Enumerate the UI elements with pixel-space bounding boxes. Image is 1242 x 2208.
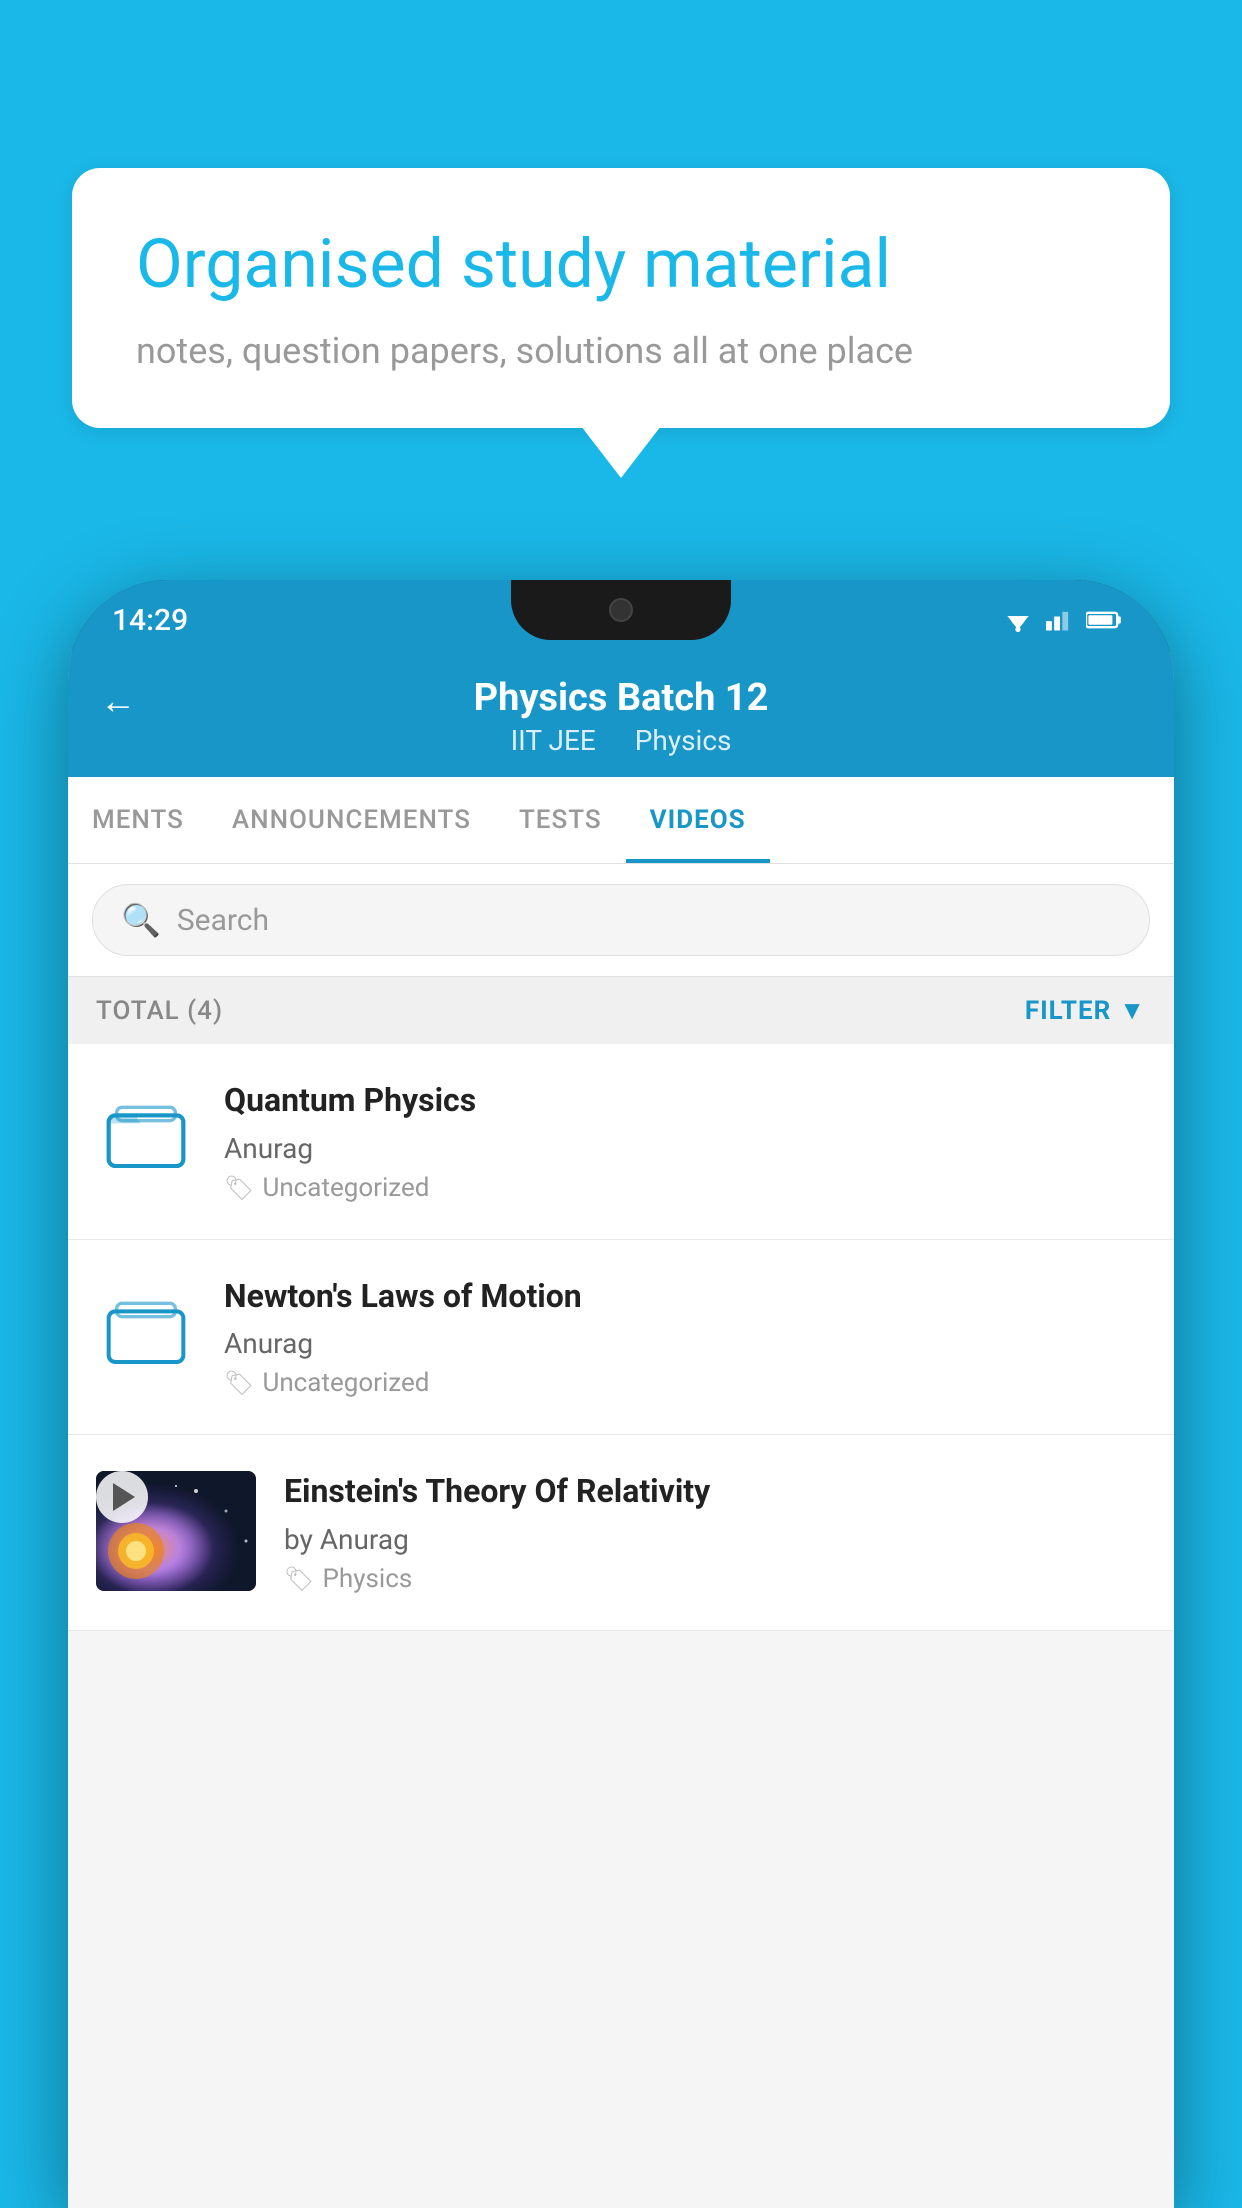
tag-icon: 🏷 <box>224 1174 254 1202</box>
speech-bubble: Organised study material notes, question… <box>72 168 1170 428</box>
search-icon: 🔍 <box>121 901 161 939</box>
phone-frame: 14:29 ← Physi <box>68 580 1174 2208</box>
video-title: Quantum Physics <box>224 1080 1146 1122</box>
video-info: Einstein's Theory Of Relativity by Anura… <box>284 1471 1146 1594</box>
phone-notch <box>511 580 731 640</box>
header-subtitle-part2: Physics <box>635 724 732 757</box>
signal-icon <box>1046 608 1074 632</box>
list-item[interactable]: Quantum Physics Anurag 🏷 Uncategorized <box>68 1044 1174 1240</box>
speech-bubble-subtitle: notes, question papers, solutions all at… <box>136 330 1106 372</box>
folder-icon <box>96 1084 196 1184</box>
phone-content: ← Physics Batch 12 IIT JEE Physics MENTS… <box>68 652 1174 2208</box>
filter-label: FILTER <box>1025 996 1111 1026</box>
play-button[interactable] <box>96 1471 148 1523</box>
tab-tests[interactable]: TESTS <box>495 777 626 863</box>
video-info: Quantum Physics Anurag 🏷 Uncategorized <box>224 1080 1146 1203</box>
tag-text: Uncategorized <box>262 1173 429 1203</box>
video-title: Newton's Laws of Motion <box>224 1276 1146 1318</box>
tab-ments[interactable]: MENTS <box>68 777 208 863</box>
wifi-icon <box>1002 608 1034 632</box>
header-title: Physics Batch 12 <box>474 676 769 720</box>
folder-icon <box>96 1280 196 1380</box>
speech-bubble-title: Organised study material <box>136 224 1106 306</box>
search-bar[interactable]: 🔍 Search <box>92 884 1150 956</box>
status-time: 14:29 <box>112 603 188 638</box>
filter-bar: TOTAL (4) FILTER ▼ <box>68 977 1174 1044</box>
video-author: by Anurag <box>284 1523 1146 1556</box>
list-item[interactable]: Einstein's Theory Of Relativity by Anura… <box>68 1435 1174 1631</box>
filter-icon: ▼ <box>1119 995 1146 1026</box>
video-list: Quantum Physics Anurag 🏷 Uncategorized <box>68 1044 1174 1631</box>
total-count: TOTAL (4) <box>96 996 223 1026</box>
tag-text: Uncategorized <box>262 1368 429 1398</box>
video-author: Anurag <box>224 1132 1146 1165</box>
tab-bar: MENTS ANNOUNCEMENTS TESTS VIDEOS <box>68 777 1174 864</box>
thumbnail-bg <box>96 1471 256 1591</box>
list-item[interactable]: Newton's Laws of Motion Anurag 🏷 Uncateg… <box>68 1240 1174 1436</box>
filter-button[interactable]: FILTER ▼ <box>1025 995 1146 1026</box>
video-tag: 🏷 Uncategorized <box>224 1368 1146 1398</box>
header-subtitle-part1: IIT JEE <box>511 724 596 757</box>
search-placeholder: Search <box>177 903 269 938</box>
header-subtitle: IIT JEE Physics <box>503 724 740 757</box>
camera-dot <box>609 598 633 622</box>
search-container: 🔍 Search <box>68 864 1174 977</box>
video-title: Einstein's Theory Of Relativity <box>284 1471 1146 1513</box>
tag-icon: 🏷 <box>284 1565 314 1593</box>
video-tag: 🏷 Physics <box>284 1564 1146 1594</box>
video-info: Newton's Laws of Motion Anurag 🏷 Uncateg… <box>224 1276 1146 1399</box>
app-header: ← Physics Batch 12 IIT JEE Physics <box>68 652 1174 777</box>
video-author: Anurag <box>224 1327 1146 1360</box>
status-icons <box>1002 608 1122 632</box>
back-button[interactable]: ← <box>100 680 136 722</box>
video-thumbnail <box>96 1471 256 1591</box>
tag-icon: 🏷 <box>224 1369 254 1397</box>
battery-icon <box>1086 608 1122 632</box>
video-tag: 🏷 Uncategorized <box>224 1173 1146 1203</box>
tab-videos[interactable]: VIDEOS <box>626 777 770 863</box>
tag-text: Physics <box>322 1564 412 1594</box>
play-arrow-icon <box>113 1483 135 1511</box>
tab-announcements[interactable]: ANNOUNCEMENTS <box>208 777 495 863</box>
